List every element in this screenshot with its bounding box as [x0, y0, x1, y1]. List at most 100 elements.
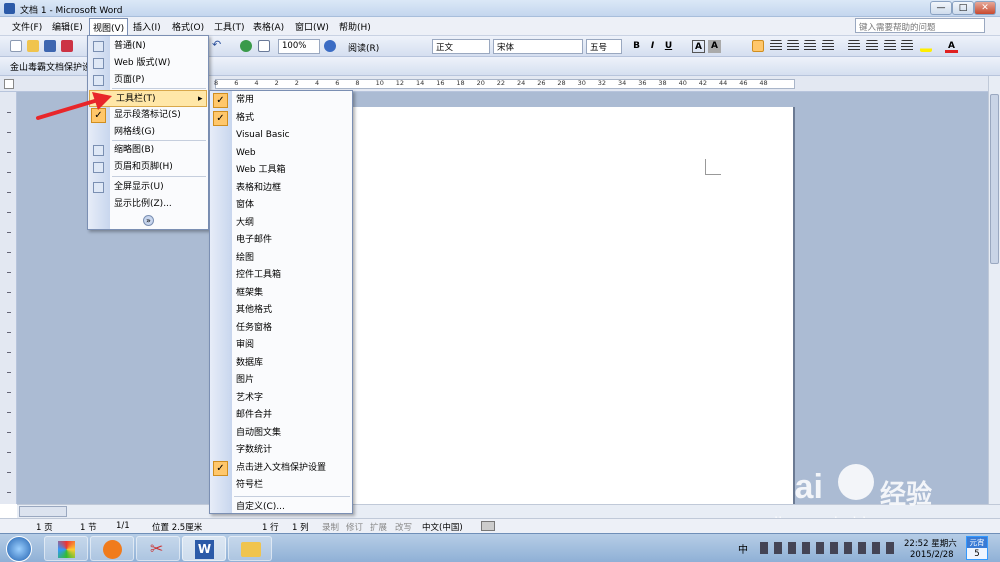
- taskbar-app-launcher[interactable]: [44, 536, 88, 561]
- toolbar-toggle-item[interactable]: 数据库: [210, 355, 352, 372]
- ime-indicator[interactable]: 中: [738, 541, 748, 556]
- ruler-corner-icon[interactable]: [4, 79, 14, 89]
- zoom-select[interactable]: 100%: [278, 39, 320, 54]
- open-folder-icon[interactable]: [27, 40, 39, 52]
- decrease-indent-icon[interactable]: [884, 40, 896, 52]
- spelling-icon[interactable]: [481, 521, 495, 531]
- bullets-icon[interactable]: [866, 40, 878, 52]
- toolbar-toggle-item[interactable]: 符号栏: [210, 477, 352, 494]
- tray-icons[interactable]: [760, 542, 900, 554]
- numbering-icon[interactable]: [848, 40, 860, 52]
- help-search-input[interactable]: 键入需要帮助的问题: [855, 18, 985, 33]
- menu-file[interactable]: 文件(F): [12, 20, 42, 33]
- ruler-tick: [7, 372, 11, 373]
- check-icon: ✓: [213, 110, 228, 126]
- font-color-button[interactable]: A: [945, 40, 958, 53]
- toolbar-toggle-item[interactable]: 绘图: [210, 250, 352, 267]
- help-icon[interactable]: [324, 40, 336, 52]
- view-menu-item[interactable]: 缩略图(B): [88, 142, 208, 159]
- toolbar-toggle-item[interactable]: 艺术字: [210, 390, 352, 407]
- ruler-number: 14: [416, 79, 425, 87]
- lunar-calendar-badge[interactable]: 元宵 5: [966, 536, 988, 560]
- status-page: 1 页: [36, 523, 53, 533]
- view-menu-item[interactable]: 网格线(G): [88, 124, 208, 141]
- char-border-button[interactable]: A: [692, 40, 705, 53]
- view-menu-item[interactable]: 普通(N): [88, 38, 208, 55]
- toolbar-toggle-item[interactable]: 窗体: [210, 197, 352, 214]
- maximize-button[interactable]: □: [952, 1, 974, 15]
- underline-button[interactable]: U: [662, 40, 675, 53]
- menu-insert[interactable]: 插入(I): [133, 20, 161, 33]
- toolbar-toggle-item[interactable]: 控件工具箱: [210, 267, 352, 284]
- align-center-icon[interactable]: [770, 40, 782, 52]
- menu-window[interactable]: 窗口(W): [295, 20, 329, 33]
- align-left-icon[interactable]: [752, 40, 764, 52]
- toolbar-toggle-item[interactable]: 表格和边框: [210, 180, 352, 197]
- clock-time[interactable]: 22:52 星期六: [904, 537, 957, 549]
- toolbar-toggle-item[interactable]: 电子邮件: [210, 232, 352, 249]
- view-buttons[interactable]: [19, 506, 67, 517]
- protection-toolbar-label[interactable]: 金山毒霸文档保护设: [10, 60, 91, 73]
- menu-table[interactable]: 表格(A): [253, 20, 284, 33]
- line-spacing-icon[interactable]: [822, 40, 834, 52]
- status-track[interactable]: 修订: [346, 521, 363, 533]
- scroll-thumb[interactable]: [990, 94, 999, 264]
- status-extend[interactable]: 扩展: [370, 521, 387, 533]
- toolbar-toggle-item[interactable]: Web: [210, 145, 352, 162]
- toolbar-toggle-item[interactable]: 框架集: [210, 285, 352, 302]
- new-document-icon[interactable]: [10, 40, 22, 52]
- toolbar-toggle-item[interactable]: Visual Basic: [210, 127, 352, 144]
- toolbar-toggle-item[interactable]: 字数统计: [210, 442, 352, 459]
- start-button[interactable]: [6, 536, 32, 562]
- status-overtype[interactable]: 改写: [395, 521, 412, 533]
- align-right-icon[interactable]: [787, 40, 799, 52]
- view-menu-item[interactable]: 显示比例(Z)...: [88, 196, 208, 213]
- close-button[interactable]: ✕: [974, 1, 996, 15]
- toolbar-toggle-item[interactable]: 自定义(C)...: [210, 499, 352, 516]
- toolbar-toggle-item[interactable]: 自动图文集: [210, 425, 352, 442]
- view-menu-item[interactable]: 页眉和页脚(H): [88, 159, 208, 176]
- taskbar-app-orange[interactable]: [90, 536, 134, 561]
- toolbar-toggle-item[interactable]: 审阅: [210, 337, 352, 354]
- menu-edit[interactable]: 编辑(E): [52, 20, 83, 33]
- style-select[interactable]: 正文: [432, 39, 490, 54]
- undo-icon[interactable]: ↶: [212, 38, 224, 51]
- hyperlink-icon[interactable]: [240, 40, 252, 52]
- justify-icon[interactable]: [804, 40, 816, 52]
- taskbar-app-explorer[interactable]: [228, 536, 272, 561]
- save-icon[interactable]: [44, 40, 56, 52]
- status-record[interactable]: 录制: [322, 521, 339, 533]
- bold-button[interactable]: B: [630, 40, 643, 53]
- taskbar-app-scissors[interactable]: ✂: [136, 536, 180, 561]
- toolbar-toggle-item[interactable]: ✓ 常用: [210, 92, 352, 109]
- menu-format[interactable]: 格式(O): [172, 20, 204, 33]
- reading-mode-button[interactable]: 阅读(R): [348, 41, 379, 54]
- minimize-button[interactable]: —: [930, 1, 952, 15]
- toolbar-toggle-item[interactable]: 任务窗格: [210, 320, 352, 337]
- ruler-number: 46: [739, 79, 748, 87]
- char-shading-button[interactable]: A: [708, 40, 721, 53]
- toolbar-toggle-item[interactable]: 大纲: [210, 215, 352, 232]
- toolbar-toggle-item[interactable]: ✓ 格式: [210, 110, 352, 127]
- view-menu-item[interactable]: 全屏显示(U): [88, 179, 208, 196]
- clock-date[interactable]: 2015/2/28: [910, 550, 954, 560]
- permission-icon[interactable]: [61, 40, 73, 52]
- toolbar-toggle-item[interactable]: Web 工具箱: [210, 162, 352, 179]
- view-menu-item[interactable]: Web 版式(W): [88, 55, 208, 72]
- menu-help[interactable]: 帮助(H): [339, 20, 371, 33]
- italic-button[interactable]: I: [646, 40, 659, 53]
- expand-menu-icon[interactable]: »: [143, 215, 154, 226]
- toolbar-toggle-item[interactable]: ✓ 点击进入文档保护设置: [210, 460, 352, 477]
- toolbar-toggle-item[interactable]: 邮件合并: [210, 407, 352, 424]
- font-size-select[interactable]: 五号: [586, 39, 622, 54]
- toolbar-toggle-item[interactable]: 其他格式: [210, 302, 352, 319]
- increase-indent-icon[interactable]: [901, 40, 913, 52]
- taskbar-app-word[interactable]: W: [182, 536, 226, 561]
- toolbar-toggle-item[interactable]: 图片: [210, 372, 352, 389]
- highlight-icon[interactable]: [920, 40, 932, 52]
- menu-tools[interactable]: 工具(T): [214, 20, 245, 33]
- tables-icon[interactable]: [258, 40, 270, 52]
- vertical-scrollbar[interactable]: [988, 76, 1000, 504]
- view-menu-item[interactable]: 页面(P): [88, 72, 208, 89]
- font-select[interactable]: 宋体: [493, 39, 583, 54]
